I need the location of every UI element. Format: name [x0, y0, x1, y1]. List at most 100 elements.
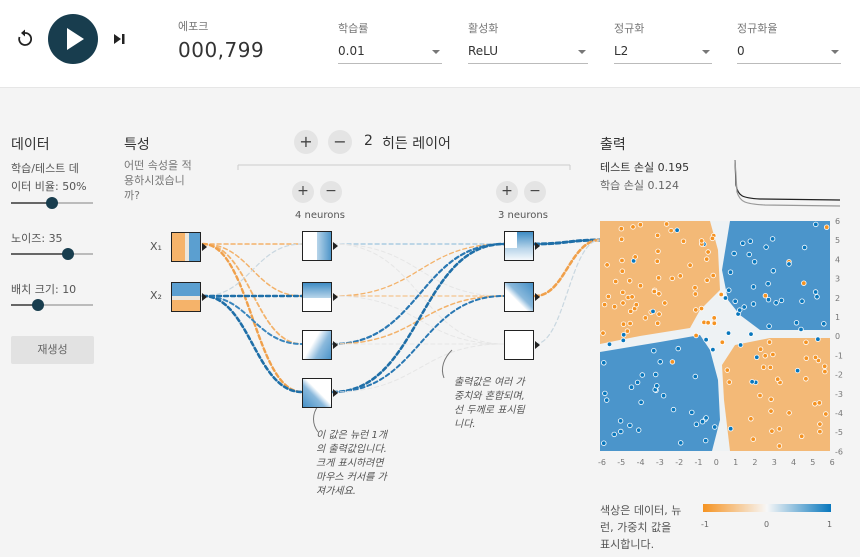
data-point — [705, 249, 711, 255]
data-point — [765, 297, 772, 303]
data-point — [632, 254, 638, 260]
data-point — [698, 238, 705, 244]
data-point — [757, 392, 763, 399]
data-point — [751, 259, 758, 265]
data-point — [621, 332, 627, 338]
region-bottom-right — [722, 338, 830, 451]
data-point — [620, 289, 626, 296]
data-point — [677, 273, 683, 279]
data-point — [812, 354, 819, 361]
data-point — [749, 379, 755, 385]
data-point — [801, 280, 807, 286]
data-point — [601, 440, 607, 446]
data-point — [747, 238, 753, 244]
data-point — [636, 427, 642, 433]
x-tick-label: 6 — [830, 458, 835, 467]
data-point — [660, 393, 667, 399]
data-point — [637, 221, 644, 228]
data-point — [709, 235, 716, 242]
data-point — [769, 428, 775, 434]
data-point — [803, 376, 809, 382]
data-point — [737, 307, 743, 313]
data-point — [769, 236, 776, 242]
color-legend-text: 색상은 데이터, 뉴 런, 가중치 값을 표시합니다. — [600, 502, 681, 553]
data-point — [620, 300, 626, 306]
data-point — [773, 300, 779, 306]
data-point — [651, 288, 657, 295]
data-point — [718, 291, 724, 298]
data-point — [624, 328, 631, 334]
data-point — [786, 261, 792, 267]
data-point — [725, 330, 732, 336]
data-point — [711, 315, 717, 321]
data-point — [812, 289, 819, 295]
data-point — [763, 244, 769, 250]
x-tick-label: 4 — [791, 458, 796, 467]
y-tick-label: -5 — [835, 428, 843, 437]
y-tick-label: -3 — [835, 390, 843, 399]
data-point — [750, 301, 757, 307]
data-point — [642, 315, 649, 321]
data-point — [799, 298, 805, 304]
data-point — [619, 268, 625, 274]
data-point — [634, 379, 641, 386]
data-point — [680, 238, 687, 244]
data-point — [704, 277, 710, 283]
data-point — [719, 339, 725, 345]
x-tick-label: -5 — [617, 458, 625, 467]
data-point — [633, 302, 639, 308]
data-point — [817, 421, 823, 427]
data-point — [768, 396, 774, 402]
data-point — [768, 408, 774, 414]
y-tick-label: 6 — [835, 217, 840, 226]
legend-tick-mid: 0 — [764, 520, 770, 529]
data-point — [698, 305, 705, 312]
data-point — [770, 351, 776, 358]
legend-line: 표시합니다. — [600, 538, 655, 551]
y-tick-label: -2 — [835, 371, 843, 380]
data-point — [728, 426, 734, 432]
y-tick-label: 4 — [835, 255, 840, 264]
data-point — [732, 298, 738, 304]
data-point — [653, 371, 659, 378]
data-point — [662, 300, 668, 306]
data-point — [801, 244, 808, 251]
data-point — [711, 320, 717, 326]
x-tick-label: 0 — [714, 458, 719, 467]
data-point — [687, 262, 693, 268]
data-point — [726, 287, 732, 293]
data-point — [692, 285, 698, 291]
x-tick-label: -1 — [695, 458, 703, 467]
data-point — [669, 275, 675, 282]
y-tick-label: 5 — [835, 236, 840, 245]
data-point — [692, 373, 698, 380]
data-point — [668, 227, 674, 234]
data-point — [601, 301, 608, 308]
data-point — [601, 360, 607, 366]
data-point — [693, 307, 699, 313]
x-axis-ticks: -6 -5 -4 -3 -2 -1 0 1 2 3 4 5 6 — [598, 458, 835, 467]
x-tick-label: 2 — [752, 458, 757, 467]
data-point — [617, 418, 624, 424]
data-point — [604, 397, 610, 403]
data-point — [775, 376, 781, 382]
data-point — [703, 415, 709, 421]
data-point — [654, 258, 660, 264]
x-tick-label: -3 — [656, 458, 664, 467]
data-point — [803, 339, 809, 345]
data-point — [627, 422, 633, 429]
x-tick-label: -6 — [598, 458, 606, 467]
legend-tick-max: 1 — [827, 520, 833, 529]
legend-tick-min: -1 — [701, 520, 709, 529]
data-point — [786, 410, 792, 416]
data-point — [627, 320, 633, 327]
data-point — [638, 399, 644, 405]
data-point — [741, 304, 747, 310]
data-point — [821, 321, 827, 327]
data-point — [703, 437, 709, 444]
data-point — [793, 320, 800, 326]
data-point — [655, 320, 661, 326]
data-point — [604, 262, 610, 268]
data-point — [654, 383, 660, 389]
data-point — [611, 431, 617, 438]
